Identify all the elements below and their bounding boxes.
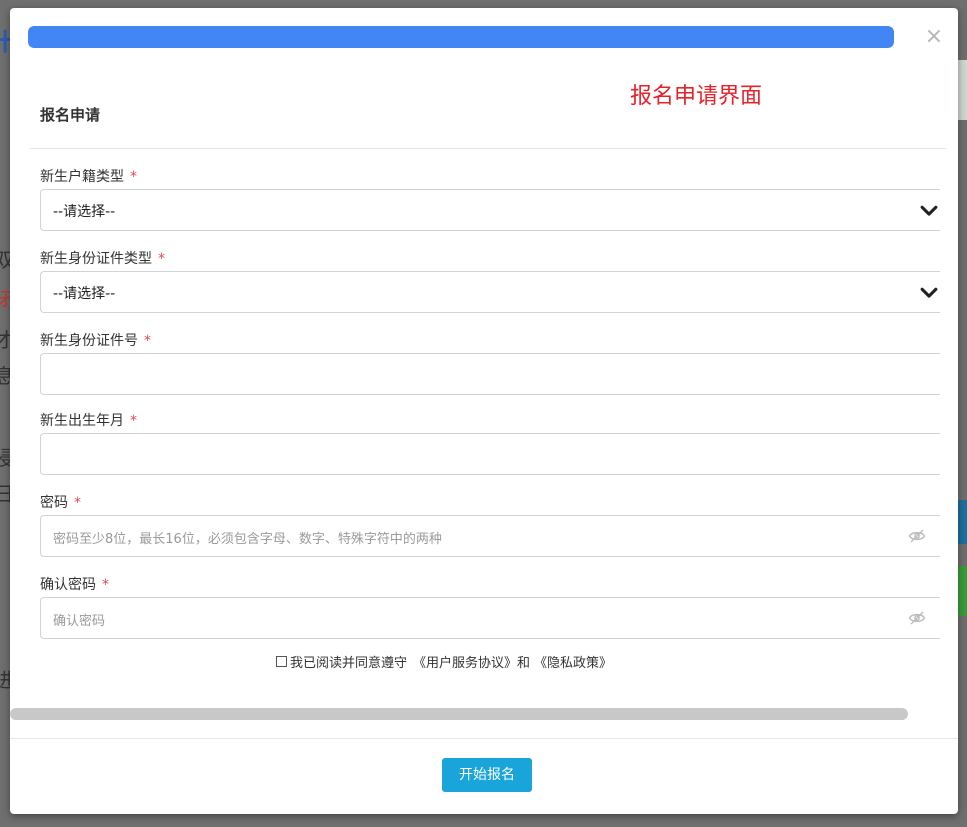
field-label-text: 新生身份证件号 bbox=[40, 333, 138, 349]
field-label-id-type: 新生身份证件类型 * bbox=[40, 248, 165, 268]
eye-slash-icon[interactable] bbox=[908, 528, 926, 544]
birth-date-input[interactable] bbox=[40, 433, 940, 475]
terms-link[interactable]: 《用户服务协议》 bbox=[413, 652, 517, 671]
select-value: --请选择-- bbox=[53, 204, 116, 220]
field-label-residence-type: 新生户籍类型 * bbox=[40, 166, 137, 186]
field-label-text: 新生身份证件类型 bbox=[40, 251, 152, 267]
field-label-birth-date: 新生出生年月 * bbox=[40, 410, 137, 430]
residence-type-select[interactable]: --请选择-- bbox=[40, 189, 940, 231]
field-label-text: 新生户籍类型 bbox=[40, 169, 124, 185]
required-mark: * bbox=[158, 251, 165, 267]
password-input[interactable]: 密码至少8位，最长16位，必须包含字母、数字、特殊字符中的两种 bbox=[40, 515, 940, 557]
password-placeholder: 密码至少8位，最长16位，必须包含字母、数字、特殊字符中的两种 bbox=[53, 532, 442, 547]
horizontal-scrollbar[interactable] bbox=[10, 708, 908, 720]
field-label-confirm-password: 确认密码 * bbox=[40, 574, 109, 594]
field-label-text: 密码 bbox=[40, 495, 68, 511]
form-title: 报名申请 bbox=[40, 106, 101, 124]
required-mark: * bbox=[74, 495, 81, 511]
annotation-label: 报名申请界面 bbox=[630, 84, 763, 109]
confirm-password-placeholder: 确认密码 bbox=[53, 614, 106, 629]
eye-slash-icon[interactable] bbox=[908, 610, 926, 626]
field-label-text: 确认密码 bbox=[40, 577, 96, 593]
registration-modal: × 报名申请界面 报名申请 新生户籍类型 * --请选择-- 新生身份证件类型 * … bbox=[10, 8, 958, 814]
agreement-prefix: 我已阅读并同意遵守 bbox=[290, 656, 408, 671]
chevron-down-icon bbox=[920, 205, 938, 216]
id-number-input[interactable] bbox=[40, 353, 940, 395]
field-label-id-number: 新生身份证件号 * bbox=[40, 330, 151, 350]
required-mark: * bbox=[102, 577, 109, 593]
required-mark: * bbox=[130, 169, 137, 185]
agreement-and: 和 bbox=[517, 656, 531, 671]
progress-bar-fill bbox=[28, 26, 894, 48]
chevron-down-icon bbox=[920, 287, 938, 298]
agreement-checkbox[interactable] bbox=[276, 656, 287, 667]
footer-divider bbox=[10, 738, 958, 739]
agreement-row: 我已阅读并同意遵守 《用户服务协议》 和 《隐私政策》 bbox=[276, 652, 612, 671]
start-registration-button[interactable]: 开始报名 bbox=[442, 758, 532, 792]
id-type-select[interactable]: --请选择-- bbox=[40, 271, 940, 313]
progress-bar bbox=[28, 26, 894, 48]
confirm-password-input[interactable]: 确认密码 bbox=[40, 597, 940, 639]
required-mark: * bbox=[144, 333, 151, 349]
required-mark: * bbox=[130, 413, 137, 429]
title-divider bbox=[30, 148, 946, 149]
field-label-password: 密码 * bbox=[40, 492, 81, 512]
privacy-link[interactable]: 《隐私政策》 bbox=[534, 652, 612, 671]
close-button[interactable]: × bbox=[924, 26, 944, 48]
field-label-text: 新生出生年月 bbox=[40, 413, 124, 429]
select-value: --请选择-- bbox=[53, 286, 116, 302]
